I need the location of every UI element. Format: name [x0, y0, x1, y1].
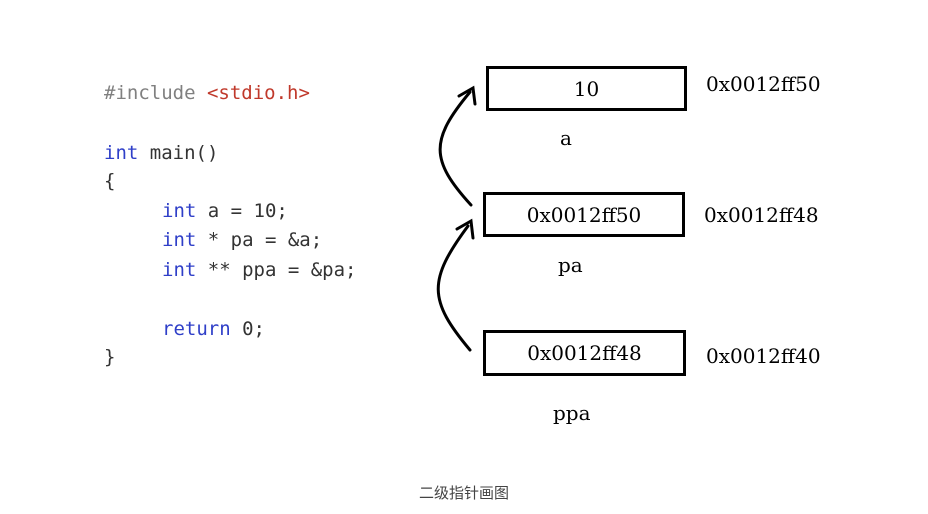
pointer-arrows: [436, 85, 477, 352]
figure-caption: 二级指针画图: [418, 484, 509, 502]
arrow-ppa-to-pa: [436, 224, 472, 352]
arrow-pa-to-a: [438, 90, 473, 207]
